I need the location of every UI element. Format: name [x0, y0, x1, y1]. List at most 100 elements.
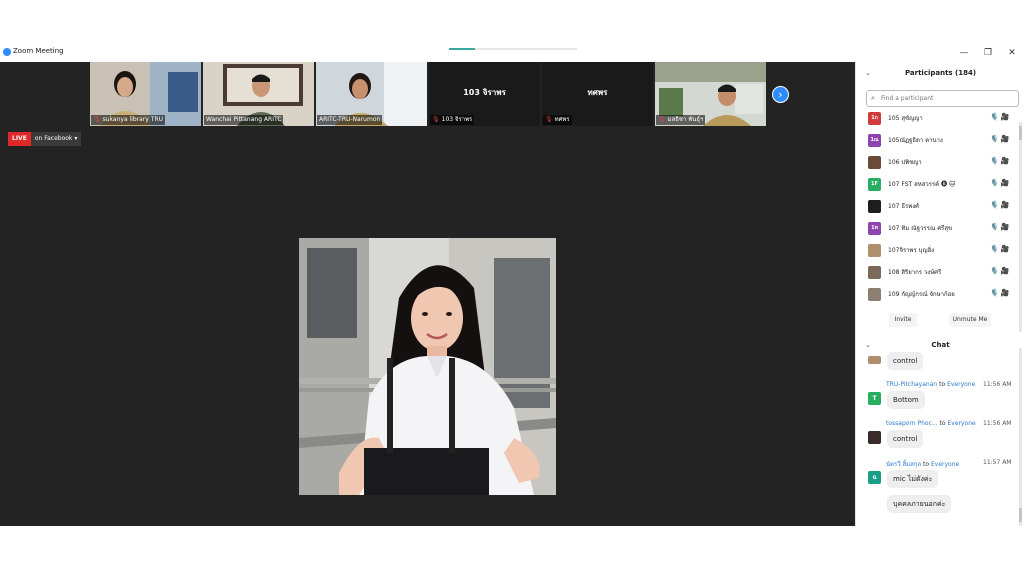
- video-tile[interactable]: ARITC-TRU-Narumon: [316, 62, 427, 126]
- scrollbar-thumb[interactable]: [1019, 126, 1022, 140]
- unmute-me-button[interactable]: Unmute Me: [949, 313, 991, 327]
- muted-mic-icon: 🎙: [432, 116, 440, 123]
- chat-sender: tossaporn Phoc...: [886, 420, 938, 427]
- participant-avatar: [868, 200, 881, 213]
- muted-mic-video-off-icon[interactable]: 🎙️🎥: [990, 289, 1011, 297]
- speaker-video-frame: [299, 238, 556, 495]
- participants-scrollbar[interactable]: [1019, 122, 1022, 332]
- participant-row[interactable]: 107 ธีรพงศ์ 🎙️🎥: [856, 196, 1016, 218]
- participant-avatar: [868, 288, 881, 301]
- chat-message-header: tossaporn Phoc... to Everyone: [886, 420, 976, 427]
- muted-mic-video-off-icon[interactable]: 🎙️🎥: [990, 135, 1011, 143]
- active-speaker-video[interactable]: [299, 238, 556, 495]
- chat-avatar: ฉ: [868, 471, 881, 484]
- chat-message-bubble: control: [887, 352, 924, 370]
- participant-row[interactable]: 107จิราพร บุญอิ่ง 🎙️🎥: [856, 240, 1016, 262]
- live-stream-badge[interactable]: LIVE on Facebook ▾: [8, 132, 82, 146]
- participant-row[interactable]: 108 สิริยากร วงษ์ศรี 🎙️🎥: [856, 262, 1016, 284]
- live-platform: on Facebook ▾: [30, 132, 82, 146]
- invite-button[interactable]: Invite: [889, 313, 917, 327]
- meeting-area: 🎙 sukanya library TRU Wanchai Pittanang A…: [0, 62, 855, 526]
- zoom-window: Zoom Meeting — ❐ ✕ 🎙sukanya library TRU: [0, 0, 1024, 576]
- video-tile[interactable]: ทศพร 🎙 ทศพร: [542, 62, 653, 126]
- chat-message-header: TRU-Pitchayanan to Everyone: [886, 381, 976, 388]
- muted-mic-icon: 🎙: [658, 116, 666, 123]
- chat-message-bubble: บุคคลภายนอกค่ะ: [887, 495, 952, 513]
- participant-row[interactable]: 1ณ 105ณัฏฐธิดา ตานาง 🎙️🎥: [856, 130, 1016, 152]
- muted-mic-video-off-icon[interactable]: 🎙️🎥: [990, 113, 1011, 121]
- chat-recipient: Everyone: [947, 420, 976, 427]
- participant-row[interactable]: 1F 107 FST สหสวรรค์ 🅑 🐱 🎙️🎥: [856, 174, 1016, 196]
- chat-sender: TRU-Pitchayanan: [886, 381, 938, 388]
- muted-mic-icon: 🎙: [93, 116, 101, 123]
- video-tile[interactable]: Wanchai Pittanang ARITC: [203, 62, 314, 126]
- participant-row[interactable]: 1ก 105 สุขัญญา 🎙️🎥: [856, 108, 1016, 130]
- participant-avatar: [868, 156, 881, 169]
- collapse-chat-icon[interactable]: ⌄: [865, 334, 871, 356]
- chat-message-bubble: mic ไม่ดังค่ะ: [887, 470, 939, 488]
- gallery-strip: 🎙 sukanya library TRU Wanchai Pittanang A…: [90, 62, 766, 126]
- chat-avatar: T: [868, 392, 881, 405]
- participant-name: 106 ปพิชญา: [888, 159, 922, 166]
- participant-name: 105ณัฏฐธิดา ตานาง: [888, 137, 943, 144]
- participant-display-name: 103 จิราพร: [463, 88, 506, 97]
- participant-name: 105 สุขัญญา: [888, 115, 923, 122]
- participants-header: ⌄ Participants (184): [856, 62, 1024, 84]
- chat-timestamp: 11:57 AM: [983, 459, 1012, 466]
- muted-mic-video-off-icon[interactable]: 🎙️🎥: [990, 223, 1011, 231]
- participant-name-tag: 🎙 ทศพร: [543, 115, 572, 125]
- chat-section: ⌄ Chat control TRU-Pitchayanan to Everyo…: [856, 330, 1024, 526]
- live-label: LIVE: [8, 132, 31, 146]
- participant-name-tag: ARITC-TRU-Narumon: [317, 115, 383, 125]
- participant-search-input[interactable]: ⌕ Find a participant: [866, 90, 1019, 107]
- muted-mic-video-off-icon[interactable]: 🎙️🎥: [990, 179, 1011, 187]
- participant-name: 107จิราพร บุญอิ่ง: [888, 247, 935, 254]
- muted-mic-video-off-icon[interactable]: 🎙️🎥: [990, 201, 1011, 209]
- participant-avatar: [868, 244, 881, 257]
- participant-avatar: 1ท: [868, 222, 881, 235]
- maximize-icon[interactable]: ❐: [981, 46, 995, 60]
- participant-avatar: [868, 266, 881, 279]
- chat-sender: นัตรวี ลิ้มสกุล: [886, 461, 922, 468]
- chat-message-bubble: control: [887, 430, 924, 448]
- chat-message-header: นัตรวี ลิ้มสกุล to Everyone: [886, 461, 960, 468]
- participant-row[interactable]: 109 กัญญ์กรณ์ จักษาก้อย 🎙️🎥: [856, 284, 1016, 306]
- loading-progress-fill: [449, 48, 475, 50]
- participant-row[interactable]: 1ท 107 ทิม ณัฐวรรณ ศรีสุข 🎙️🎥: [856, 218, 1016, 240]
- chat-recipient: Everyone: [930, 461, 960, 468]
- video-tile[interactable]: 🎙 sukanya library TRU: [90, 62, 201, 126]
- muted-mic-video-off-icon[interactable]: 🎙️🎥: [990, 267, 1011, 275]
- muted-mic-video-off-icon[interactable]: 🎙️🎥: [990, 245, 1011, 253]
- chat-scrollbar[interactable]: [1019, 348, 1022, 526]
- video-tile[interactable]: 103 จิราพร 🎙 103 จิราพร: [429, 62, 540, 126]
- participant-name-tag: Wanchai Pittanang ARITC: [204, 115, 284, 125]
- window-title: Zoom Meeting: [13, 47, 64, 55]
- minimize-icon[interactable]: —: [957, 46, 971, 60]
- video-tile[interactable]: 🎙 มลธิชา พันธุ์ฯ: [655, 62, 766, 126]
- participant-name: 107 FST สหสวรรค์ 🅑 🐱: [888, 181, 956, 188]
- participant-name: 108 สิริยากร วงษ์ศรี: [888, 269, 942, 276]
- chat-avatar: [868, 356, 881, 364]
- participant-name: 107 ทิม ณัฐวรรณ ศรีสุข: [888, 225, 953, 232]
- participant-avatar: 1ก: [868, 112, 881, 125]
- participant-name: 109 กัญญ์กรณ์ จักษาก้อย: [888, 291, 955, 298]
- muted-mic-icon: 🎙: [545, 116, 553, 123]
- search-icon: ⌕: [871, 94, 875, 102]
- next-page-arrow-icon[interactable]: ›: [772, 86, 789, 103]
- collapse-participants-icon[interactable]: ⌄: [865, 62, 871, 84]
- chat-header: ⌄ Chat: [856, 334, 1024, 356]
- muted-mic-video-off-icon[interactable]: 🎙️🎥: [990, 157, 1011, 165]
- title-bar: Zoom Meeting — ❐ ✕: [0, 44, 1024, 62]
- participant-row[interactable]: 106 ปพิชญา 🎙️🎥: [856, 152, 1016, 174]
- loading-progress: [449, 48, 577, 50]
- chat-timestamp: 11:56 AM: [983, 381, 1012, 388]
- chevron-down-icon: ▾: [74, 135, 78, 142]
- scrollbar-thumb[interactable]: [1019, 508, 1022, 522]
- zoom-logo-icon: [3, 48, 11, 56]
- participant-list: 1ก 105 สุขัญญา 🎙️🎥 1ณ 105ณัฏฐธิดา ตานาง 🎙️🎥 10…: [856, 108, 1016, 306]
- participant-name-tag: 🎙 มลธิชา พันธุ์ฯ: [656, 115, 706, 125]
- chat-message-bubble: Bottom: [887, 391, 925, 409]
- participant-name-tag: 🎙 sukanya library TRU: [91, 115, 165, 125]
- close-icon[interactable]: ✕: [1005, 46, 1019, 60]
- participant-avatar: 1ณ: [868, 134, 881, 147]
